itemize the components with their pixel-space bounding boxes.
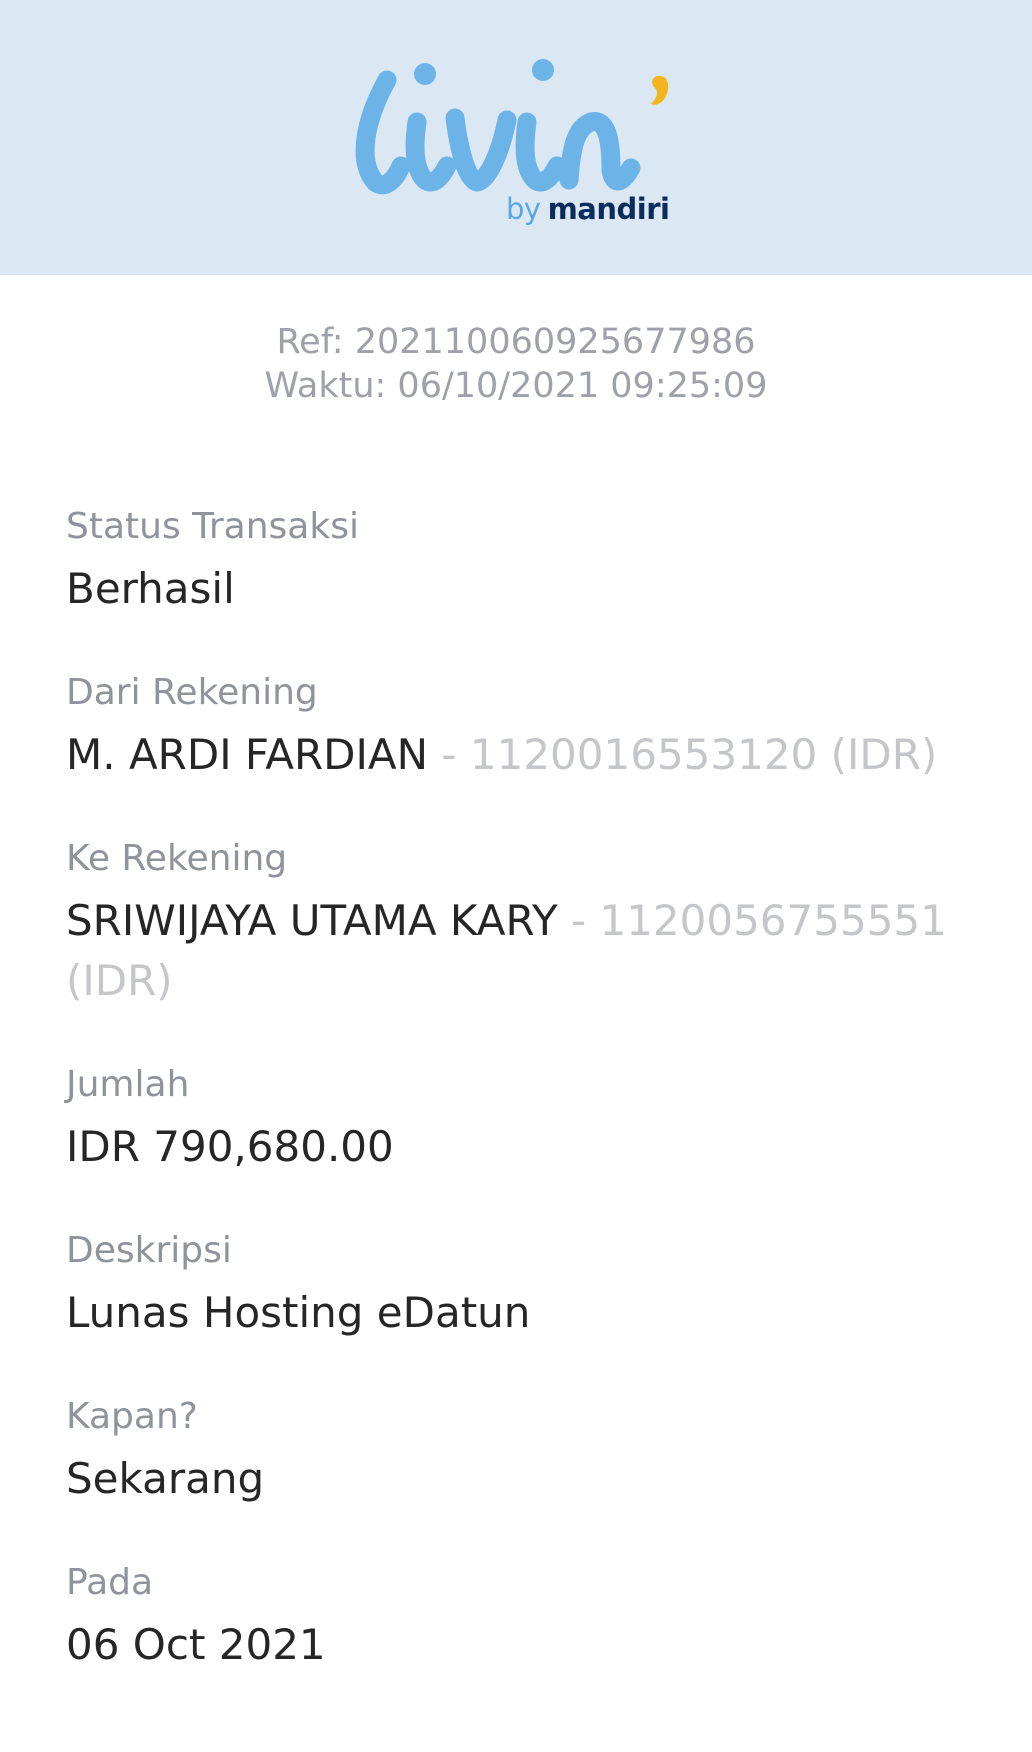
transaction-meta: Ref: 202110060925677986 Waktu: 06/10/202…	[0, 320, 1032, 408]
description-value: Lunas Hosting eDatun	[66, 1288, 531, 1337]
to-account-label: Ke Rekening	[66, 838, 288, 879]
field-description: Deskripsi Lunas Hosting eDatun	[66, 1229, 966, 1343]
amount-value: IDR 790,680.00	[66, 1122, 394, 1171]
when-value: Sekarang	[66, 1454, 265, 1503]
field-to-account: Ke Rekening SRIWIJAYA UTAMA KARY - 11200…	[66, 837, 966, 1011]
from-account-value: M. ARDI FARDIAN - 1120016553120 (IDR)	[66, 725, 966, 785]
field-when: Kapan? Sekarang	[66, 1395, 966, 1509]
status-label: Status Transaksi	[66, 506, 359, 547]
from-account-label: Dari Rekening	[66, 672, 318, 713]
header-banner: by mandiri	[0, 0, 1032, 275]
date-label: Pada	[66, 1562, 154, 1603]
reference-number: Ref: 202110060925677986	[276, 322, 756, 362]
from-account-name: M. ARDI FARDIAN	[66, 730, 429, 779]
brand-mandiri: mandiri	[547, 192, 670, 226]
when-label: Kapan?	[66, 1396, 198, 1437]
amount-label: Jumlah	[66, 1064, 190, 1105]
field-amount: Jumlah IDR 790,680.00	[66, 1063, 966, 1177]
date-value: 06 Oct 2021	[66, 1620, 326, 1669]
from-account-number: - 1120016553120 (IDR)	[428, 730, 938, 779]
byline-by: by	[506, 192, 541, 226]
status-value: Berhasil	[66, 564, 235, 613]
field-date: Pada 06 Oct 2021	[66, 1561, 966, 1675]
to-account-value: SRIWIJAYA UTAMA KARY - 1120056755551 (ID…	[66, 891, 966, 1011]
field-from-account: Dari Rekening M. ARDI FARDIAN - 11200165…	[66, 671, 966, 785]
description-label: Deskripsi	[66, 1230, 232, 1271]
transaction-time: Waktu: 06/10/2021 09:25:09	[264, 366, 768, 406]
byline: by mandiri	[506, 192, 670, 226]
to-account-name: SRIWIJAYA UTAMA KARY	[66, 896, 558, 945]
field-status: Status Transaksi Berhasil	[66, 505, 966, 619]
